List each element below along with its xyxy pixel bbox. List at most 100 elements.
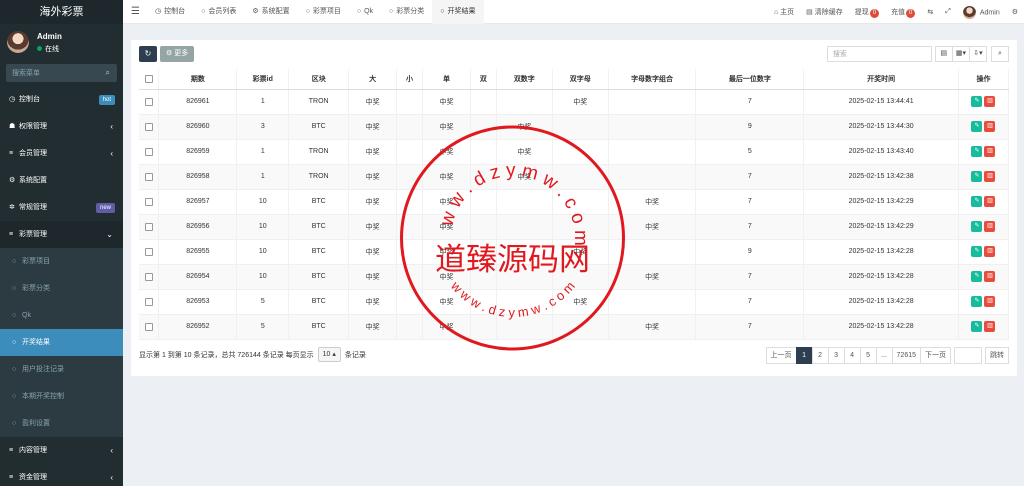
delete-button[interactable]: ▥: [984, 171, 996, 182]
select-all-checkbox[interactable]: [144, 74, 153, 83]
row-checkbox[interactable]: [144, 272, 153, 281]
fullscreen-icon[interactable]: ⤢: [945, 8, 951, 16]
row-checkbox[interactable]: [144, 147, 153, 156]
row-checkbox[interactable]: [144, 197, 153, 206]
tab-3[interactable]: ⚙ 系统配置: [244, 0, 297, 24]
tab-4[interactable]: ○ 彩票项目: [298, 0, 349, 24]
delete-button[interactable]: ▥: [984, 296, 996, 307]
prev-page-button[interactable]: 上一页: [765, 347, 797, 364]
settings-icon[interactable]: ⚙: [1012, 8, 1018, 16]
sidebar-search-input[interactable]: [6, 64, 117, 82]
delete-button[interactable]: ▥: [984, 196, 996, 207]
delete-button[interactable]: ▥: [984, 246, 996, 257]
page-button[interactable]: 1: [795, 347, 813, 364]
search-icon[interactable]: ⌕: [106, 68, 110, 78]
page-button[interactable]: 3: [827, 347, 845, 364]
toggle-view-button[interactable]: ▤: [934, 46, 953, 62]
refresh-button[interactable]: ↻: [139, 46, 157, 62]
column-header[interactable]: 彩票id: [236, 69, 290, 90]
tab-6[interactable]: ○ 彩票分类: [381, 0, 432, 24]
edit-button[interactable]: ✎: [971, 321, 983, 332]
delete-button[interactable]: ▥: [984, 146, 996, 157]
page-button[interactable]: 5: [859, 347, 877, 364]
tab-5[interactable]: ○ Qk: [349, 0, 381, 24]
column-header[interactable]: 单: [422, 69, 471, 90]
next-page-button[interactable]: 下一页: [920, 347, 951, 364]
jump-button[interactable]: 跳转: [985, 347, 1009, 364]
delete-button[interactable]: ▥: [984, 96, 996, 107]
edit-button[interactable]: ✎: [971, 121, 983, 132]
table-cell: [470, 114, 497, 140]
row-checkbox[interactable]: [144, 97, 153, 106]
edit-button[interactable]: ✎: [971, 146, 983, 157]
admin-menu[interactable]: Admin: [962, 5, 1000, 19]
row-checkbox[interactable]: [144, 172, 153, 181]
jump-page-input[interactable]: [954, 347, 982, 364]
app-logo[interactable]: 海外彩票: [0, 0, 123, 24]
sidebar-item-4[interactable]: ⚙ 系统配置: [0, 167, 123, 194]
menu-toggle-icon[interactable]: ☰: [131, 6, 140, 17]
delete-button[interactable]: ▥: [984, 321, 996, 332]
row-checkbox[interactable]: [144, 222, 153, 231]
row-checkbox[interactable]: [144, 322, 153, 331]
sidebar-subitem-5[interactable]: ○ 用户投注记录: [0, 356, 123, 383]
column-header[interactable]: 操作: [958, 69, 1010, 90]
edit-button[interactable]: ✎: [971, 96, 983, 107]
edit-button[interactable]: ✎: [971, 271, 983, 282]
delete-button[interactable]: ▥: [984, 221, 996, 232]
edit-button[interactable]: ✎: [971, 221, 983, 232]
sidebar-item-3[interactable]: ≡ 会员管理 ‹: [0, 140, 123, 167]
page-button[interactable]: 2: [811, 347, 829, 364]
more-button[interactable]: ⚙ 更多: [160, 46, 195, 62]
table-search-input[interactable]: [826, 46, 932, 62]
table-cell: 2025-02-15 13:42:38: [803, 164, 959, 190]
table-cell: 中奖: [552, 239, 609, 265]
edit-button[interactable]: ✎: [971, 296, 983, 307]
page-button[interactable]: 72615: [891, 347, 921, 364]
tab-2[interactable]: ○ 会员列表: [193, 0, 244, 24]
sidebar-subitem-2[interactable]: ○ 彩票分类: [0, 275, 123, 302]
page-size-select[interactable]: 10 ▴: [317, 347, 341, 362]
sidebar-subitem-1[interactable]: ○ 彩票项目: [0, 248, 123, 275]
edit-button[interactable]: ✎: [971, 171, 983, 182]
delete-button[interactable]: ▥: [984, 271, 996, 282]
clear-cache-link[interactable]: ▤ 清除缓存: [806, 7, 843, 17]
sidebar-subitem-4[interactable]: ○ 开奖结果: [0, 329, 123, 356]
withdraw-link[interactable]: 提现 0: [855, 7, 880, 18]
columns-button[interactable]: ▦▾: [951, 46, 970, 62]
sidebar-item-2[interactable]: ☗ 权限管理 ‹: [0, 113, 123, 140]
column-header[interactable]: 字母数字组合: [608, 69, 697, 90]
column-header[interactable]: 开奖时间: [803, 69, 959, 90]
home-link[interactable]: ⌂ 主页: [774, 7, 794, 17]
edit-button[interactable]: ✎: [971, 196, 983, 207]
table-cell: 826961: [158, 89, 238, 115]
translate-icon[interactable]: ⇆: [927, 8, 933, 16]
row-checkbox[interactable]: [144, 297, 153, 306]
column-header[interactable]: 期数: [158, 69, 238, 90]
sidebar-subitem-6[interactable]: ○ 本期开奖控制: [0, 383, 123, 410]
recharge-link[interactable]: 充值 0: [891, 7, 916, 18]
sidebar-subitem-7[interactable]: ○ 盈利设置: [0, 410, 123, 437]
column-header[interactable]: 最后一位数字: [695, 69, 805, 90]
sidebar-subitem-3[interactable]: ○ Qk: [0, 302, 123, 329]
sidebar-item-1[interactable]: ◷ 控制台 hot: [0, 86, 123, 113]
column-header[interactable]: 区块: [288, 69, 350, 90]
column-header[interactable]: 双字母: [552, 69, 609, 90]
sidebar-item-5[interactable]: ✲ 常规管理 new: [0, 194, 123, 221]
sidebar-item-6[interactable]: ≡ 彩票管理 ⌄: [0, 221, 123, 248]
column-header[interactable]: 小: [396, 69, 424, 90]
edit-button[interactable]: ✎: [971, 246, 983, 257]
tab-7[interactable]: ○ 开奖结果: [432, 0, 484, 24]
sidebar-item-bottom-1[interactable]: ≡ 内容管理 ‹: [0, 437, 123, 464]
sidebar-item-bottom-2[interactable]: ≡ 资金管理 ‹: [0, 464, 123, 486]
delete-button[interactable]: ▥: [984, 121, 996, 132]
advanced-search-button[interactable]: ⌕: [991, 46, 1009, 62]
row-checkbox[interactable]: [144, 247, 153, 256]
column-header[interactable]: 大: [348, 69, 398, 90]
row-checkbox[interactable]: [144, 122, 153, 131]
page-button[interactable]: 4: [843, 347, 861, 364]
column-header[interactable]: 双: [470, 69, 497, 90]
export-button[interactable]: ⇩▾: [969, 46, 987, 62]
tab-1[interactable]: ◷ 控制台: [147, 0, 193, 24]
column-header[interactable]: 双数字: [496, 69, 553, 90]
